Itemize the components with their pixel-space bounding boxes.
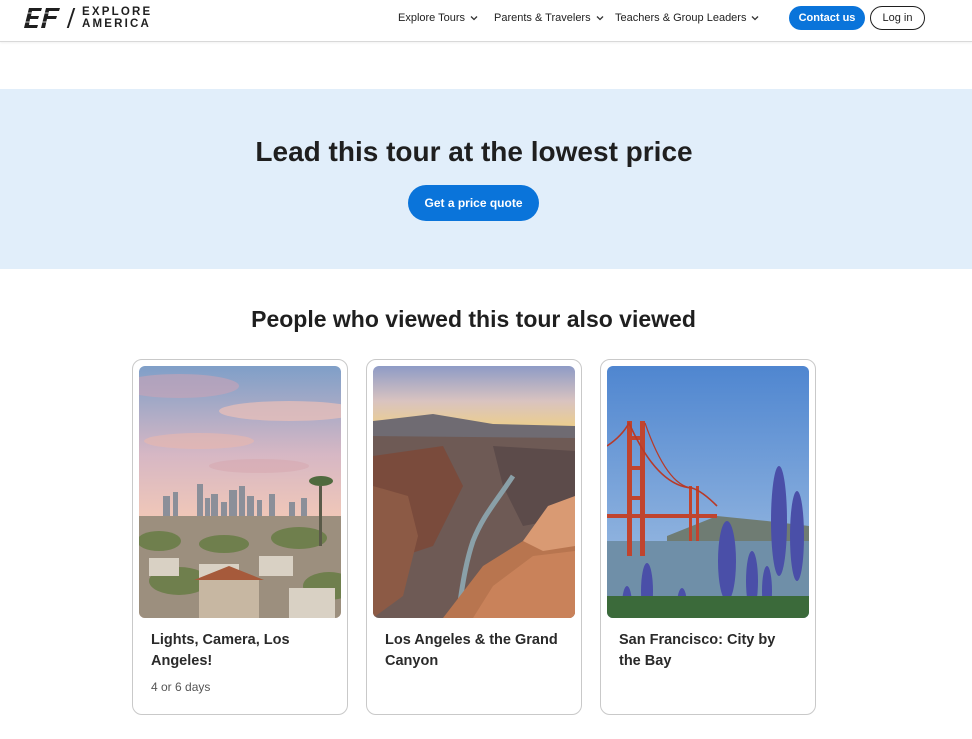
brand-line-1: EXPLORE [82,6,153,18]
los-angeles-skyline-image [139,366,341,618]
also-viewed-title: People who viewed this tour also viewed [251,306,696,332]
ef-logo-icon [24,8,62,28]
price-quote-banner [0,89,972,269]
tour-card-title: Los Angeles & the Grand Canyon [385,632,558,669]
tour-card[interactable]: Lights, Camera, Los Angeles! 4 or 6 days [132,359,348,715]
tour-card[interactable]: San Francisco: City by the Bay [600,359,816,715]
nav-teachers-group-leaders[interactable]: Teachers & Group Leaders [615,12,759,24]
contact-us-button[interactable]: Contact us [789,6,865,30]
tour-card-title: Lights, Camera, Los Angeles! [151,632,290,669]
golden-gate-bridge-image [607,366,809,618]
tour-card-duration: 4 or 6 days [151,680,211,694]
brand-line-2: AMERICA [82,18,152,30]
los-angeles-photo [139,366,341,618]
site-header: EXPLORE AMERICA Explore Tours Parents & … [0,0,972,42]
chevron-down-icon [752,16,759,21]
tour-card-title: San Francisco: City by the Bay [619,632,776,669]
grand-canyon-photo [373,366,575,618]
nav-label: Parents & Travelers [494,12,591,24]
nav-label: Teachers & Group Leaders [615,12,747,24]
logo-divider [66,8,76,28]
tour-card[interactable]: Los Angeles & the Grand Canyon [366,359,582,715]
golden-gate-photo [607,366,809,618]
chevron-down-icon [596,16,604,21]
banner-title: Lead this tour at the lowest price [255,136,693,167]
nav-parents-travelers[interactable]: Parents & Travelers [494,12,604,24]
brand-wordmark: EXPLORE AMERICA [82,6,152,30]
nav-label: Explore Tours [398,12,466,24]
site-logo[interactable]: EXPLORE AMERICA [24,6,152,30]
get-price-quote-button[interactable]: Get a price quote [408,185,539,221]
nav-explore-tours[interactable]: Explore Tours [398,12,478,24]
grand-canyon-image [373,366,575,618]
log-in-button[interactable]: Log in [870,6,925,30]
chevron-down-icon [470,16,478,21]
